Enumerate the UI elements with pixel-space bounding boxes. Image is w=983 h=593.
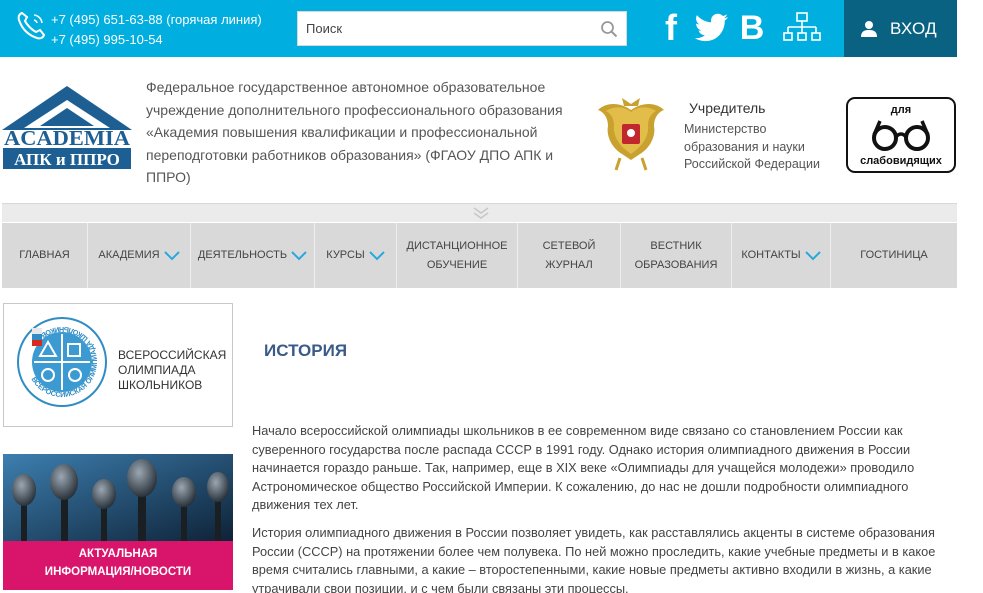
- search-input[interactable]: [298, 12, 588, 45]
- phone-numbers: +7 (495) 651-63-88 (горячая линия) +7 (4…: [51, 10, 262, 50]
- vision-label-bottom: слабовидящих: [860, 155, 942, 167]
- twitter-icon[interactable]: [693, 13, 729, 43]
- nav-item-label: Академия: [98, 249, 160, 261]
- chevron-down-icon: [804, 250, 821, 260]
- microphones-image: [3, 454, 233, 541]
- nav-item-hotel[interactable]: Гостиница: [831, 223, 957, 288]
- article-body: Начало всероссийской олимпиады школьнико…: [252, 422, 957, 593]
- vision-label-top: для: [890, 104, 912, 116]
- double-chevron-down-icon: [473, 207, 489, 219]
- vk-icon[interactable]: B: [736, 9, 768, 47]
- nav-item-home[interactable]: Главная: [2, 223, 88, 288]
- chevron-down-icon: [163, 250, 180, 260]
- logo-text-academia: ACADEMIA: [4, 126, 131, 150]
- nav-item-label: Контакты: [741, 249, 801, 261]
- visually-impaired-version-button[interactable]: для слабовидящих: [846, 97, 956, 173]
- main-navigation: Главная Академия Деятельность Курсы Дист…: [2, 223, 957, 288]
- olympiad-banner[interactable]: ВСЕРОССИЙСКАЯ ОЛИМПИАДА ШКОЛЬНИКОВ Всеро…: [3, 303, 233, 427]
- nav-item-label: Вестник образования: [634, 239, 718, 271]
- nav-item-courses[interactable]: Курсы: [315, 223, 397, 288]
- page-title: ИСТОРИЯ: [264, 341, 348, 360]
- login-label: ВХОД: [890, 18, 937, 38]
- nav-item-label: Главная: [19, 249, 70, 261]
- chevron-down-icon: [291, 250, 307, 260]
- search-box: [297, 11, 627, 46]
- nav-item-label: Деятельность: [197, 249, 288, 261]
- chevron-down-icon: [368, 250, 385, 260]
- article-paragraph: История олимпиадного движения в России п…: [252, 524, 936, 593]
- phone-secondary[interactable]: +7 (495) 995-10-54: [51, 30, 262, 50]
- nav-item-education-herald[interactable]: Вестник образования: [621, 223, 732, 288]
- academia-logo[interactable]: ACADEMIA АПК и ППРО: [2, 86, 132, 170]
- nav-item-contacts[interactable]: Контакты: [732, 223, 831, 288]
- nav-item-network-journal[interactable]: Сетевой журнал: [518, 223, 621, 288]
- user-icon: [861, 20, 877, 37]
- logo-text-apk: АПК и ППРО: [14, 150, 120, 169]
- sitemap-icon[interactable]: [783, 12, 821, 44]
- nav-item-distance-learning[interactable]: Дистанционное обучение: [397, 223, 518, 288]
- search-icon[interactable]: [600, 20, 618, 38]
- founder-title: Учредитель: [689, 100, 766, 116]
- news-banner-label: АКТУАЛЬНАЯ ИНФОРМАЦИЯ/НОВОСТИ: [3, 541, 233, 590]
- olympiad-banner-title: Всероссийская олимпиада школьников: [118, 348, 227, 392]
- top-bar: +7 (495) 651-63-88 (горячая линия) +7 (4…: [0, 0, 957, 57]
- glasses-icon: [872, 120, 930, 151]
- news-banner[interactable]: АКТУАЛЬНАЯ ИНФОРМАЦИЯ/НОВОСТИ: [3, 454, 233, 590]
- header-collapse-toggle[interactable]: [2, 203, 957, 222]
- news-label-line1: АКТУАЛЬНАЯ: [78, 548, 158, 560]
- founder-name[interactable]: Министерство образования и науки Российс…: [684, 121, 834, 174]
- nav-item-academy[interactable]: Академия: [88, 223, 191, 288]
- russian-coat-of-arms-icon: [598, 98, 664, 171]
- facebook-icon[interactable]: f: [658, 7, 684, 48]
- nav-item-label: Дистанционное обучение: [406, 239, 508, 271]
- phone-icon: [17, 11, 46, 40]
- nav-item-activity[interactable]: Деятельность: [191, 223, 315, 288]
- news-label-line2: ИНФОРМАЦИЯ/НОВОСТИ: [44, 566, 192, 578]
- nav-item-label: Гостиница: [860, 249, 928, 261]
- nav-item-label: Сетевой журнал: [542, 239, 596, 271]
- nav-item-label: Курсы: [326, 249, 365, 261]
- article-paragraph: Начало всероссийской олимпиады школьнико…: [252, 423, 915, 513]
- login-button[interactable]: ВХОД: [844, 0, 957, 57]
- organization-name: Федеральное государственное автономное о…: [146, 79, 563, 185]
- phone-hotline[interactable]: +7 (495) 651-63-88 (горячая линия): [51, 10, 262, 30]
- olympiad-logo-icon: ВСЕРОССИЙСКАЯ ОЛИМПИАДА ШКОЛЬНИКОВ: [17, 317, 107, 407]
